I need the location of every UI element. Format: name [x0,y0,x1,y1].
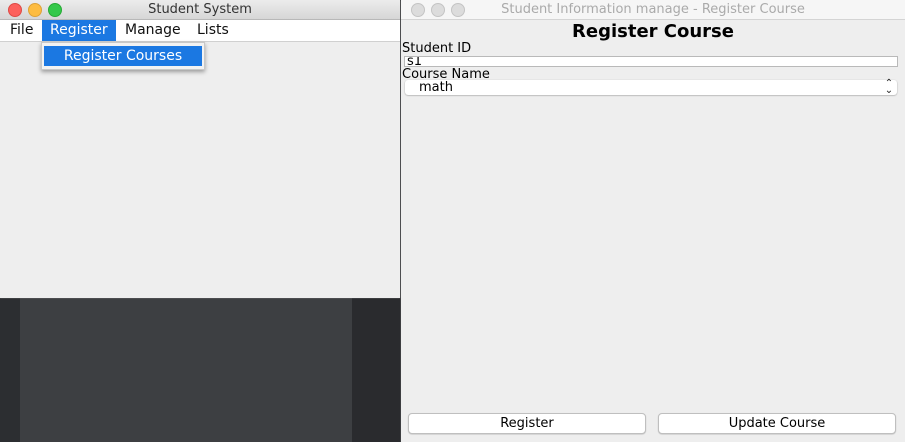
menu-file[interactable]: File [2,20,42,41]
menu-register[interactable]: Register [42,20,116,41]
close-window-icon[interactable] [8,3,22,17]
course-name-selected: math [419,80,453,95]
maximize-window-icon[interactable] [451,3,465,17]
student-id-value: s1 [407,56,423,67]
update-course-button[interactable]: Update Course [658,413,896,434]
window-titlebar[interactable]: Student System [0,0,400,20]
menu-item-register-courses[interactable]: Register Courses [44,46,202,66]
student-system-window: Student System File Register Manage List… [0,0,400,298]
desktop-stripe [20,298,352,442]
form-heading: Register Course [572,21,734,42]
register-button[interactable]: Register [408,413,646,434]
student-id-input[interactable]: s1 [404,56,898,67]
window-titlebar[interactable]: Student Information manage - Register Co… [401,0,905,20]
minimize-window-icon[interactable] [28,3,42,17]
register-course-window: Student Information manage - Register Co… [401,0,905,442]
course-name-select[interactable]: math ⌃ ⌄ [405,78,897,96]
desktop-stripe [352,298,400,442]
desktop-stripe [0,298,20,442]
desktop-background [0,298,400,442]
up-down-chevron-icon: ⌃ ⌄ [884,78,894,96]
window-title: Student Information manage - Register Co… [501,2,805,17]
menu-bar: File Register Manage Lists [0,20,400,42]
register-dropdown-menu: Register Courses [41,42,205,70]
student-id-label: Student ID [402,41,472,56]
menu-lists[interactable]: Lists [189,20,239,41]
minimize-window-icon[interactable] [431,3,445,17]
menu-manage[interactable]: Manage [117,20,189,41]
close-window-icon[interactable] [411,3,425,17]
maximize-window-icon[interactable] [48,3,62,17]
window-title: Student System [148,2,252,17]
